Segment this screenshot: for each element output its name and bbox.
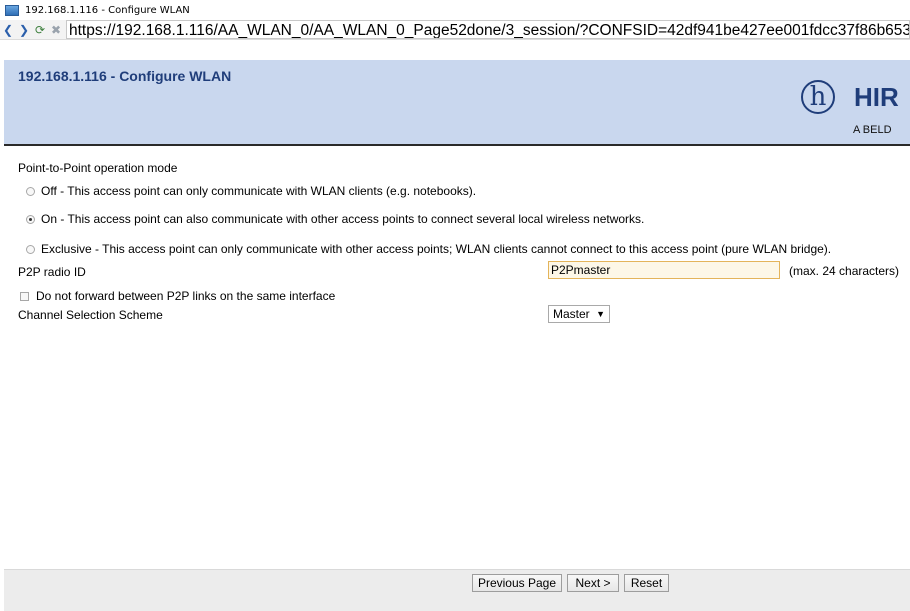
brand-logo-subtitle: A BELD — [853, 124, 892, 136]
address-bar[interactable]: https://192.168.1.116/AA_WLAN_0/AA_WLAN_… — [66, 20, 910, 39]
radio-off[interactable] — [26, 187, 35, 196]
no-forward-option[interactable]: Do not forward between P2P links on the … — [20, 289, 335, 303]
window-titlebar: 192.168.1.116 - Configure WLAN — [0, 0, 910, 20]
option-off-label: Off - This access point can only communi… — [41, 184, 477, 198]
forward-icon[interactable]: ❯ — [16, 22, 32, 38]
channel-select-value: Master — [553, 307, 590, 321]
option-on-label: On - This access point can also communic… — [41, 212, 645, 226]
browser-navbar: ❮ ❯ ⟳ ✖ https://192.168.1.116/AA_WLAN_0/… — [0, 20, 910, 40]
brand-logo-icon: h — [801, 80, 835, 114]
previous-page-button[interactable]: Previous Page — [472, 574, 562, 592]
reset-button[interactable]: Reset — [624, 574, 669, 592]
radio-id-label: P2P radio ID — [18, 265, 86, 279]
channel-label: Channel Selection Scheme — [18, 308, 163, 322]
dropdown-arrow-icon: ▼ — [596, 309, 605, 319]
option-exclusive[interactable]: Exclusive - This access point can only c… — [26, 242, 831, 256]
p2p-mode-label: Point-to-Point operation mode — [18, 161, 178, 175]
stop-icon[interactable]: ✖ — [48, 22, 64, 38]
radio-id-hint: (max. 24 characters) — [789, 264, 900, 278]
brand-logo-text: HIR — [854, 82, 899, 112]
channel-select[interactable]: Master ▼ — [548, 305, 610, 323]
no-forward-label: Do not forward between P2P links on the … — [36, 289, 336, 303]
refresh-icon[interactable]: ⟳ — [32, 22, 48, 38]
window-title: 192.168.1.116 - Configure WLAN — [25, 4, 190, 16]
back-icon[interactable]: ❮ — [0, 22, 16, 38]
footer-bar: Previous Page Next > Reset — [4, 569, 910, 611]
option-exclusive-label: Exclusive - This access point can only c… — [41, 242, 832, 256]
page-header: 192.168.1.116 - Configure WLAN h HIR A B… — [4, 60, 910, 146]
option-on[interactable]: On - This access point can also communic… — [26, 212, 644, 226]
radio-on[interactable] — [26, 215, 35, 224]
app-icon — [5, 4, 19, 16]
radio-exclusive[interactable] — [26, 245, 35, 254]
form-content: Point-to-Point operation mode Off - This… — [0, 148, 910, 568]
next-button[interactable]: Next > — [567, 574, 619, 592]
no-forward-checkbox[interactable] — [20, 292, 29, 301]
logo-letter: h — [809, 82, 827, 112]
option-off[interactable]: Off - This access point can only communi… — [26, 184, 476, 198]
radio-id-input[interactable]: P2Pmaster — [548, 261, 780, 279]
page-title: 192.168.1.116 - Configure WLAN — [18, 68, 232, 84]
next-label: Next > — [575, 576, 611, 590]
reset-label: Reset — [630, 576, 663, 590]
previous-page-label: Previous Page — [477, 576, 557, 590]
